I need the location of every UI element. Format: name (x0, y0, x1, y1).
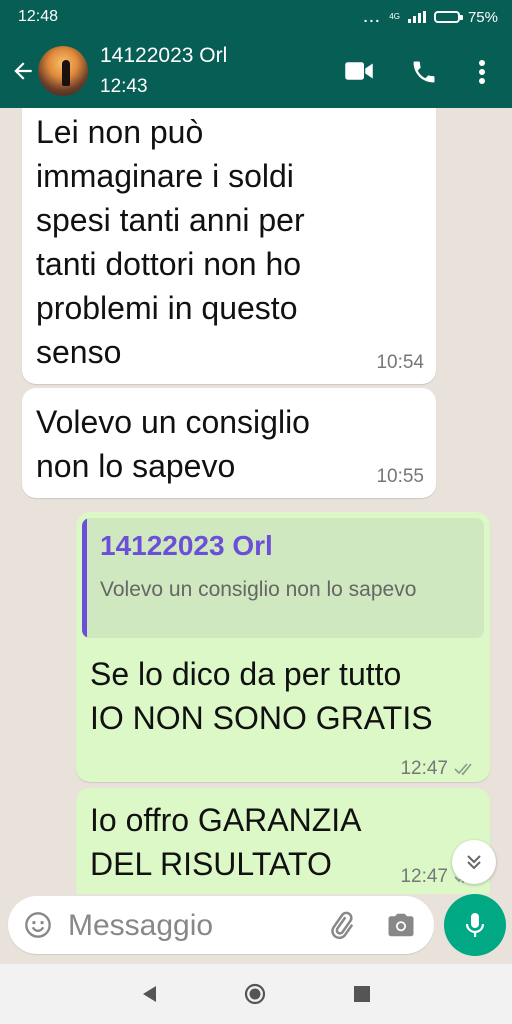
battery-percent: 75% (467, 8, 498, 26)
message-time: 10:54 (376, 352, 424, 373)
message-incoming[interactable]: Lei non può immaginare i soldi spesi tan… (22, 108, 436, 384)
double-chevron-down-icon (467, 855, 481, 870)
message-text: Io offro GARANZIA DEL RISULTATO (90, 802, 362, 882)
message-outgoing[interactable]: 14122023 Orl Volevo un consiglio non lo … (76, 512, 490, 782)
video-call-icon[interactable] (344, 58, 374, 84)
message-composer: Messaggio (0, 894, 512, 964)
scroll-to-bottom-button[interactable] (452, 840, 496, 884)
paperclip-icon[interactable] (326, 910, 356, 940)
camera-icon[interactable] (386, 910, 416, 940)
emoji-icon[interactable] (24, 911, 52, 939)
voice-message-button[interactable] (444, 894, 506, 956)
status-bar: 12:48 ... 4G 75% (0, 0, 512, 34)
network-type: 4G (389, 12, 400, 21)
status-indicators: ... 4G 75% (364, 9, 498, 26)
battery-icon (433, 11, 463, 23)
message-time: 12:47 (400, 758, 448, 779)
message-outgoing[interactable]: Io offro GARANZIA DEL RISULTATO 12:47 (76, 788, 490, 894)
chat-messages[interactable]: Lei non può immaginare i soldi spesi tan… (0, 108, 512, 894)
back-arrow-icon[interactable] (10, 58, 36, 84)
message-text: Se lo dico da per tutto IO NON SONO GRAT… (90, 656, 433, 736)
microphone-icon (465, 913, 485, 937)
nav-recents-icon[interactable] (354, 986, 370, 1002)
chat-header: 14122023 Orl 12:43 (0, 34, 512, 108)
message-input[interactable]: Messaggio (8, 896, 434, 954)
notification-dots: ... (363, 9, 382, 25)
message-time: 12:47 (400, 866, 448, 887)
message-incoming[interactable]: Volevo un consiglio non lo sapevo 10:55 (22, 388, 436, 498)
input-placeholder[interactable]: Messaggio (68, 909, 213, 943)
quote-text: Volevo un consiglio non lo sapevo (100, 578, 417, 601)
phone-icon[interactable] (410, 58, 438, 86)
more-vert-icon[interactable] (472, 58, 492, 86)
read-ticks-icon (454, 763, 472, 776)
message-time: 10:55 (376, 466, 424, 487)
message-text: Volevo un consiglio non lo sapevo (36, 404, 310, 484)
contact-status: 12:43 (100, 76, 148, 97)
nav-home-icon[interactable] (244, 983, 266, 1005)
quoted-message[interactable]: 14122023 Orl Volevo un consiglio non lo … (82, 518, 484, 638)
avatar[interactable] (38, 46, 88, 96)
message-text: Lei non può immaginare i soldi spesi tan… (36, 114, 305, 370)
quote-bar (82, 518, 87, 638)
contact-name[interactable]: 14122023 Orl (100, 44, 227, 68)
nav-back-icon[interactable] (140, 984, 158, 1004)
system-nav-bar (0, 964, 512, 1024)
status-time: 12:48 (18, 8, 59, 25)
signal-icon (407, 11, 426, 23)
quote-author: 14122023 Orl (100, 530, 273, 561)
